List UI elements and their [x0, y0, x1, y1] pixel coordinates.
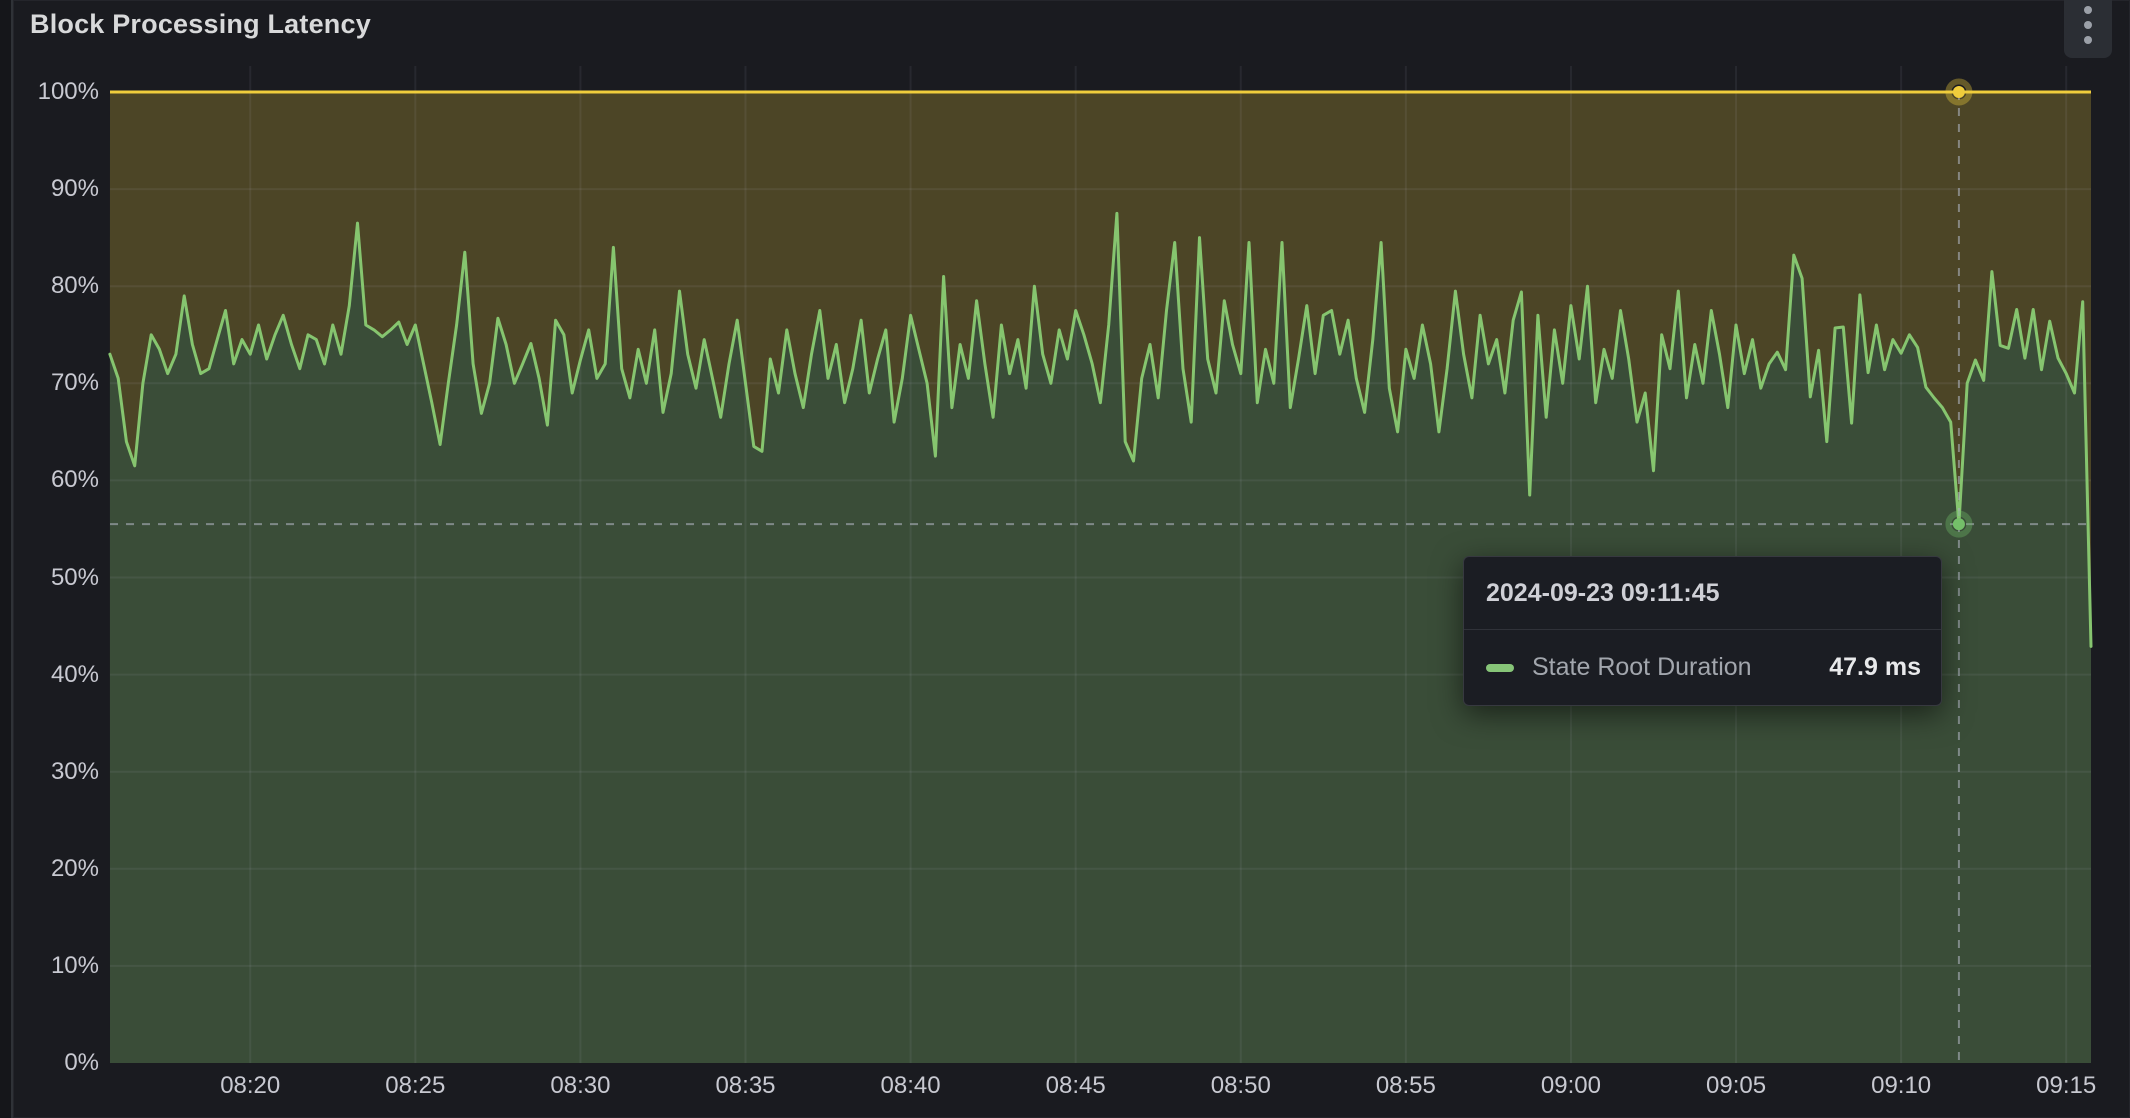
- x-axis-label: 09:10: [1871, 1072, 1931, 1100]
- panel-menu-button[interactable]: [2064, 0, 2112, 58]
- y-axis-label: 0%: [0, 1049, 99, 1077]
- x-axis-label: 09:00: [1541, 1072, 1601, 1100]
- tooltip-series-row: State Root Duration 47.9 ms: [1464, 630, 1941, 705]
- x-axis-label: 08:50: [1211, 1072, 1271, 1100]
- x-axis-label: 09:05: [1706, 1072, 1766, 1100]
- x-axis-label: 08:55: [1376, 1072, 1436, 1100]
- y-axis-label: 30%: [0, 758, 99, 786]
- x-axis-label: 08:45: [1046, 1072, 1106, 1100]
- y-axis-label: 70%: [0, 369, 99, 397]
- hover-marker-yellow: [1953, 86, 1965, 98]
- y-axis-label: 80%: [0, 272, 99, 300]
- x-axis-label: 08:35: [715, 1072, 775, 1100]
- y-axis-label: 10%: [0, 952, 99, 980]
- x-axis-label: 08:30: [550, 1072, 610, 1100]
- y-axis-label: 20%: [0, 855, 99, 883]
- hover-marker-green: [1953, 518, 1965, 530]
- y-axis-label: 40%: [0, 661, 99, 689]
- tooltip-timestamp: 2024-09-23 09:11:45: [1464, 557, 1941, 630]
- kebab-menu-icon: [2084, 6, 2092, 44]
- tooltip-series-value: 47.9 ms: [1829, 653, 1921, 682]
- x-axis-label: 09:15: [2036, 1072, 2096, 1100]
- x-axis-label: 08:20: [220, 1072, 280, 1100]
- y-axis-label: 90%: [0, 175, 99, 203]
- chart-tooltip: 2024-09-23 09:11:45 State Root Duration …: [1463, 556, 1942, 706]
- x-axis-label: 08:40: [881, 1072, 941, 1100]
- y-axis-label: 100%: [0, 78, 99, 106]
- tooltip-series-label: State Root Duration: [1532, 653, 1752, 682]
- x-axis-label: 08:25: [385, 1072, 445, 1100]
- series-swatch: [1486, 664, 1514, 672]
- y-axis-label: 60%: [0, 466, 99, 494]
- grafana-panel-screen: Block Processing Latency 0%10%20%30%40%5…: [0, 0, 2130, 1118]
- y-axis-label: 50%: [0, 564, 99, 592]
